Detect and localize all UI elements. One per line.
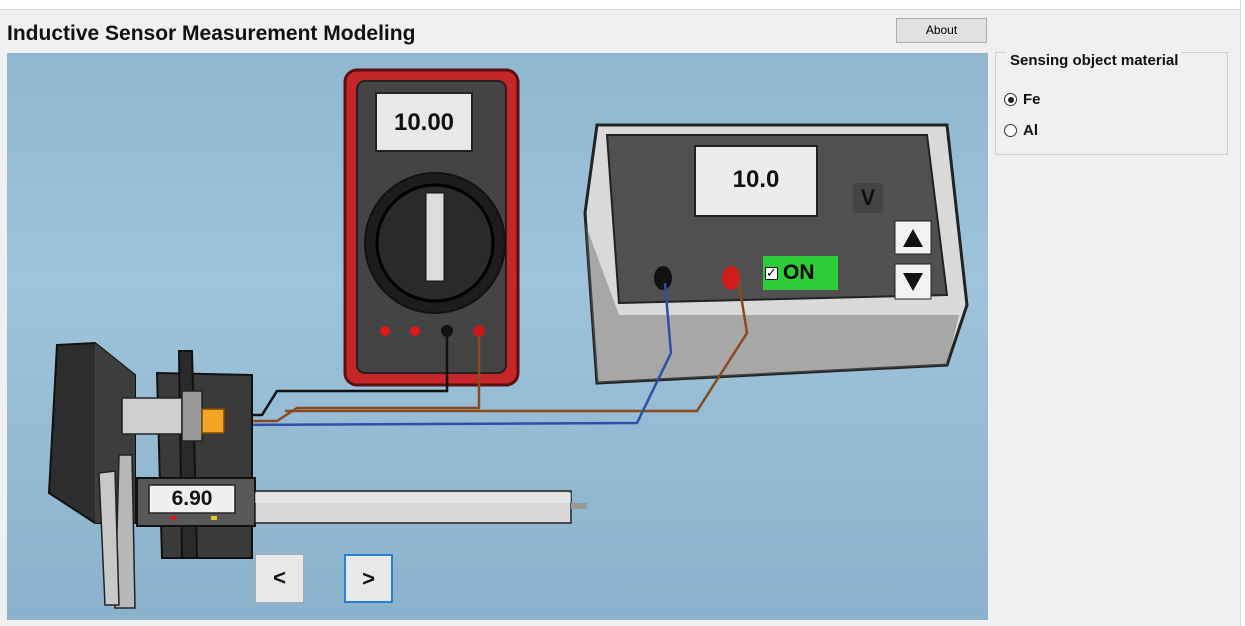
voltage-unit-label: V <box>860 185 876 210</box>
scene-drawing <box>47 68 969 609</box>
power-up-button[interactable] <box>895 221 931 254</box>
material-group-title: Sensing object material <box>1006 52 1183 69</box>
material-option-al[interactable]: Al <box>1004 122 1038 139</box>
material-option-label: Al <box>1023 122 1038 139</box>
material-option-fe[interactable]: Fe <box>1004 91 1041 108</box>
material-option-label: Fe <box>1023 91 1041 108</box>
power-switch-label: ON <box>783 261 815 284</box>
power-switch-checkbox[interactable]: ✓ <box>765 264 778 280</box>
power-switch[interactable]: ✓ ON <box>765 258 815 288</box>
check-icon: ✓ <box>766 264 777 280</box>
material-groupbox: Sensing object material Fe Al <box>995 52 1228 155</box>
next-button[interactable]: > <box>344 554 393 603</box>
multimeter-display: 10.00 <box>393 109 455 136</box>
window-top-edge <box>0 0 1245 10</box>
power-down-button[interactable] <box>895 264 931 299</box>
about-button[interactable]: About <box>896 18 987 43</box>
simulation-canvas: 10.00 10.0 V 6.90 ✓ ON <box>7 53 988 620</box>
page-title: Inductive Sensor Measurement Modeling <box>7 22 416 45</box>
radio-button-al[interactable] <box>1004 124 1017 137</box>
window-right-edge <box>1240 0 1245 626</box>
radio-button-fe[interactable] <box>1004 93 1017 106</box>
power-supply-display: 10.0 <box>732 166 780 193</box>
prev-button[interactable]: < <box>255 554 304 603</box>
power-supply <box>583 123 969 385</box>
caliper-display: 6.90 <box>171 487 213 510</box>
